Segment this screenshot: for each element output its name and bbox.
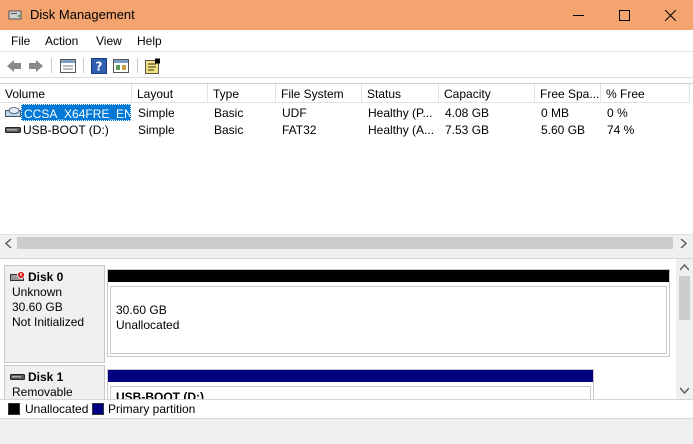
back-icon [7,60,21,72]
list-view-icon [60,59,76,73]
details-button[interactable] [112,57,130,75]
scroll-right-icon[interactable] [680,239,687,248]
disk-management-app-icon [8,10,22,20]
legend-swatch-primary-partition [92,403,104,415]
volume-row[interactable]: CCSA_X64FRE_EN-... Simple Basic UDF Heal… [0,104,690,121]
disk-map-vertical-scrollbar[interactable] [676,259,693,399]
volume-type: Basic [214,106,244,120]
volume-capacity: 4.08 GB [445,106,490,120]
volume-free-space: 0 MB [541,106,570,120]
maximize-icon [618,9,630,21]
volume-capacity: 7.53 GB [445,123,490,137]
help-button[interactable]: ? [90,57,108,75]
column-header-type[interactable]: Type [208,84,276,103]
volume-status: Healthy (P... [368,106,433,120]
column-header-free-space[interactable]: Free Spa... [535,84,601,103]
disk-status: Not Initialized [12,315,85,329]
forward-button[interactable] [27,57,45,75]
volume-file-system: UDF [282,106,307,120]
window-title: Disk Management [30,7,135,22]
help-icon: ? [91,58,107,74]
maximize-button[interactable] [601,0,647,30]
partition-label: Unallocated [116,318,180,332]
legend: Unallocated Primary partition [0,399,693,418]
column-header-layout[interactable]: Layout [132,84,208,103]
partition-label: USB-BOOT (D:) [116,390,204,399]
minimize-icon [572,14,584,16]
disk-0-label[interactable]: Disk 0 Unknown 30.60 GB Not Initialized [4,265,105,363]
volume-free-space: 5.60 GB [541,123,586,137]
column-header-status[interactable]: Status [362,84,439,103]
usb-drive-icon [5,127,21,133]
svg-text:?: ? [96,60,103,74]
properties-icon [145,58,160,74]
column-header-percent-free[interactable]: % Free [601,84,690,103]
removable-disk-icon [10,374,25,380]
volume-name: USB-BOOT (D:) [23,123,109,137]
forward-icon [29,60,43,72]
properties-button[interactable] [144,57,162,75]
column-header-capacity[interactable]: Capacity [439,84,535,103]
volume-percent-free: 74 % [607,123,635,137]
menu-help[interactable]: Help [137,34,162,48]
unallocated-bar [108,270,669,282]
volume-list: Volume Layout Type File System Status Ca… [0,83,693,251]
menu-action[interactable]: Action [45,34,78,48]
list-view-button[interactable] [59,57,77,75]
disk-name: Disk 0 [28,270,64,284]
disk-type: Removable [12,385,73,399]
scroll-down-icon[interactable] [680,387,689,394]
legend-swatch-unallocated [8,403,20,415]
minimize-button[interactable] [555,0,601,30]
toolbar: ? [0,53,693,78]
partition-details: 30.60 GB Unallocated [110,286,667,354]
optical-drive-icon [5,107,21,117]
status-bar [0,418,693,444]
close-button[interactable] [647,0,693,30]
legend-label: Unallocated [25,402,89,416]
pane-splitter[interactable] [0,251,693,259]
disk-name: Disk 1 [28,370,64,384]
partition-size: 30.60 GB [116,303,167,317]
partition-details: USB-BOOT (D:) [110,386,591,399]
volume-status: Healthy (A... [368,123,435,137]
title-bar: Disk Management [0,0,693,30]
volume-type: Basic [214,123,244,137]
volume-percent-free: 0 % [607,106,628,120]
volume-layout: Simple [138,106,175,120]
disk-map: Disk 0 Unknown 30.60 GB Not Initialized … [0,259,676,399]
close-icon [664,9,676,21]
toolbar-separator [51,58,52,73]
menu-file[interactable]: File [11,34,30,48]
volume-layout: Simple [138,123,175,137]
legend-label: Primary partition [108,402,196,416]
column-header-volume[interactable]: Volume [0,84,132,103]
disk-size: 30.60 GB [12,300,63,314]
menu-bar: File Action View Help [0,30,693,52]
column-header-file-system[interactable]: File System [276,84,362,103]
uninitialized-disk-icon [10,271,25,281]
scroll-left-icon[interactable] [5,239,12,248]
back-button[interactable] [5,57,23,75]
volume-name: CCSA_X64FRE_EN-... [21,104,131,121]
horizontal-scroll-thumb[interactable] [17,237,673,249]
primary-partition-bar [108,370,593,382]
details-icon [113,59,129,73]
scroll-up-icon[interactable] [680,264,689,271]
disk-0-partition[interactable]: 30.60 GB Unallocated [107,269,670,357]
menu-view[interactable]: View [96,34,122,48]
volume-row[interactable]: USB-BOOT (D:) Simple Basic FAT32 Healthy… [0,121,690,138]
volume-list-horizontal-scrollbar[interactable] [0,234,693,251]
disk-1-partition[interactable]: USB-BOOT (D:) [107,369,594,399]
toolbar-separator [83,58,84,73]
toolbar-separator [137,58,138,73]
disk-type: Unknown [12,285,63,299]
vertical-scroll-thumb[interactable] [679,276,690,320]
volume-file-system: FAT32 [282,123,317,137]
disk-1-label[interactable]: Disk 1 Removable [4,365,105,399]
